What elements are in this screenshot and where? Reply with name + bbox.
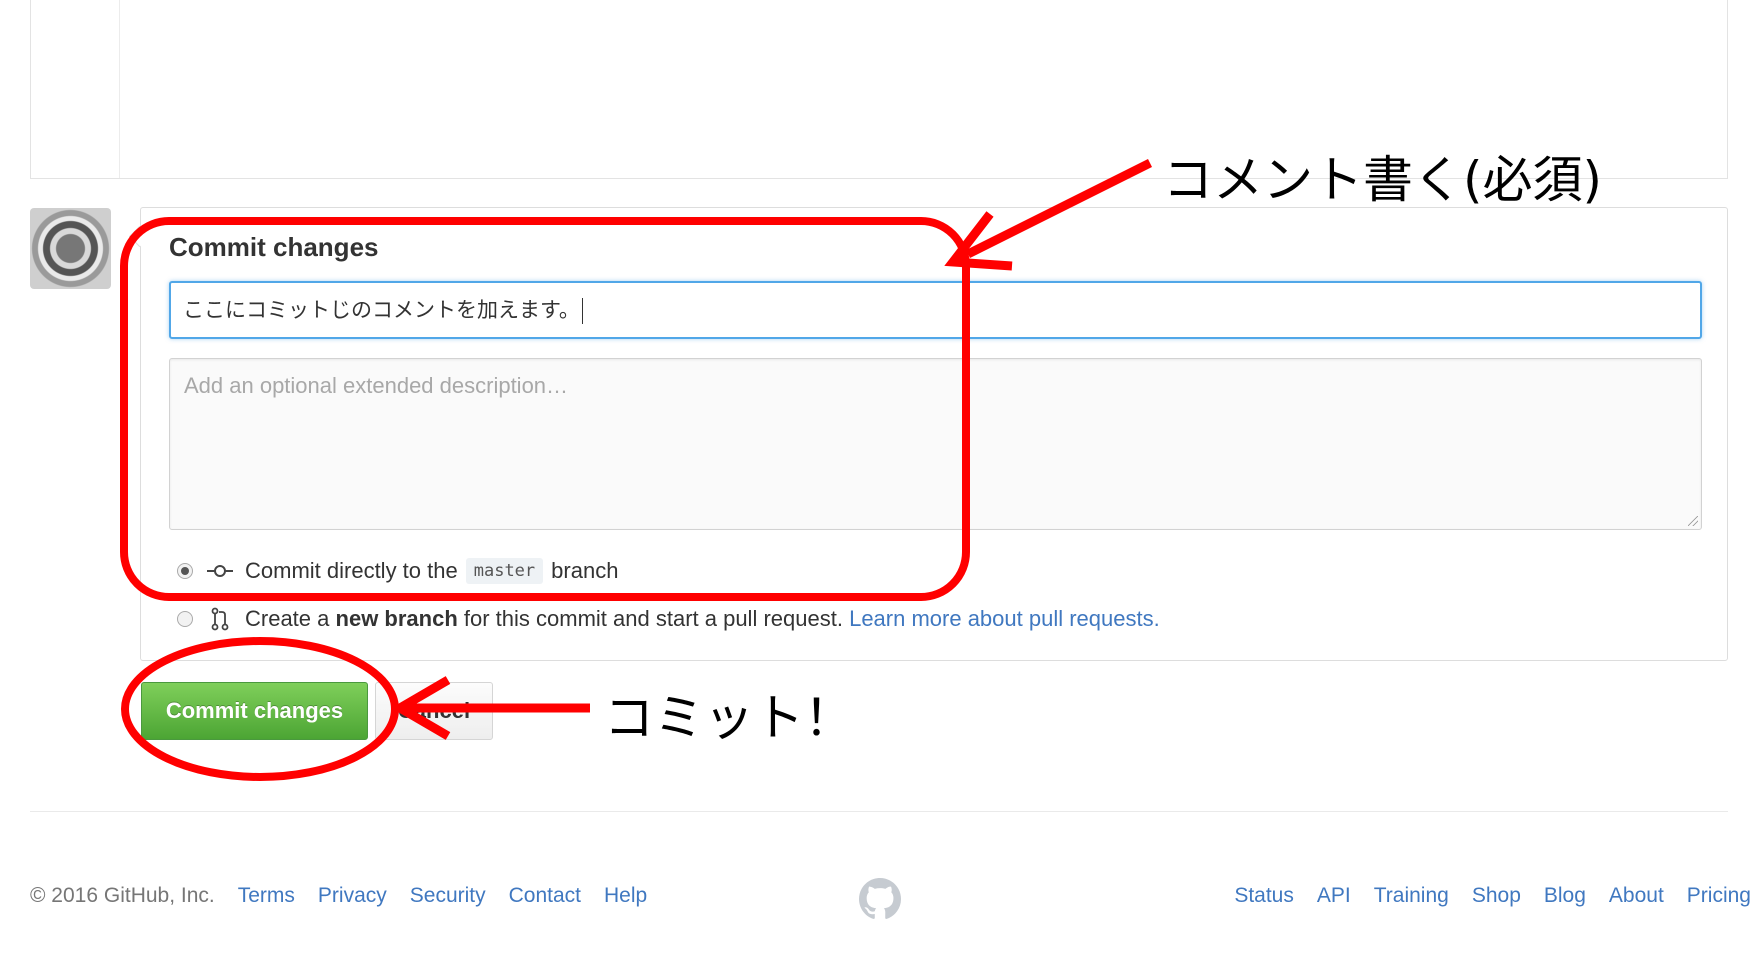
resize-grip-icon[interactable] (1688, 516, 1698, 526)
user-avatar (30, 208, 111, 289)
footer-link-pricing[interactable]: Pricing (1687, 884, 1751, 908)
commit-message-value: ここにコミットじのコメントを加えます。 (183, 298, 580, 322)
footer-link-about[interactable]: About (1609, 884, 1664, 908)
footer-left-links: © 2016 GitHub, Inc. Terms Privacy Securi… (30, 884, 670, 908)
footer-link-help[interactable]: Help (604, 884, 647, 908)
footer-link-terms[interactable]: Terms (238, 884, 295, 908)
branch-name-chip: master (465, 558, 544, 584)
git-commit-icon (207, 559, 233, 583)
commit-description-textarea[interactable]: Add an optional extended description… (169, 358, 1702, 530)
text-caret (581, 298, 583, 324)
commit-direct-label-suffix: branch (551, 558, 619, 583)
footer-divider (30, 811, 1728, 812)
new-branch-label-bold: new branch (335, 606, 458, 631)
footer-link-api[interactable]: API (1317, 884, 1351, 908)
new-branch-label-suffix: for this commit and start a pull request… (463, 606, 843, 631)
cancel-button[interactable]: Cancel (375, 682, 493, 740)
git-pull-request-icon (207, 607, 233, 631)
footer-link-shop[interactable]: Shop (1472, 884, 1521, 908)
commit-changes-button[interactable]: Commit changes (141, 682, 368, 740)
footer-copyright: © 2016 GitHub, Inc. (30, 884, 215, 907)
footer-link-contact[interactable]: Contact (509, 884, 581, 908)
new-branch-option[interactable]: Create a new branch for this commit and … (177, 605, 1160, 633)
footer-link-training[interactable]: Training (1374, 884, 1449, 908)
footer-link-privacy[interactable]: Privacy (318, 884, 387, 908)
new-branch-label-prefix: Create a (245, 606, 330, 631)
commit-direct-label-prefix: Commit directly to the (245, 558, 458, 583)
commit-form-title: Commit changes (169, 232, 379, 262)
footer-link-security[interactable]: Security (410, 884, 486, 908)
annotation-comment-label: コメント書く(必須) (1163, 151, 1603, 209)
new-branch-radio[interactable] (177, 611, 193, 627)
description-placeholder: Add an optional extended description… (184, 373, 569, 398)
footer-right-links: Status API Training Shop Blog About Pric… (1234, 884, 1751, 908)
commit-direct-radio[interactable] (177, 563, 193, 579)
editor-line-gutter (119, 0, 120, 178)
footer-link-status[interactable]: Status (1234, 884, 1294, 908)
commit-message-input[interactable]: ここにコミットじのコメントを加えます。 (169, 281, 1702, 339)
pull-request-help-link[interactable]: Learn more about pull requests. (849, 606, 1160, 632)
commit-direct-option[interactable]: Commit directly to the master branch (177, 557, 618, 585)
footer-link-blog[interactable]: Blog (1544, 884, 1586, 908)
annotation-commit-label: コミット！ (604, 689, 854, 747)
github-mark-icon[interactable] (859, 878, 901, 920)
